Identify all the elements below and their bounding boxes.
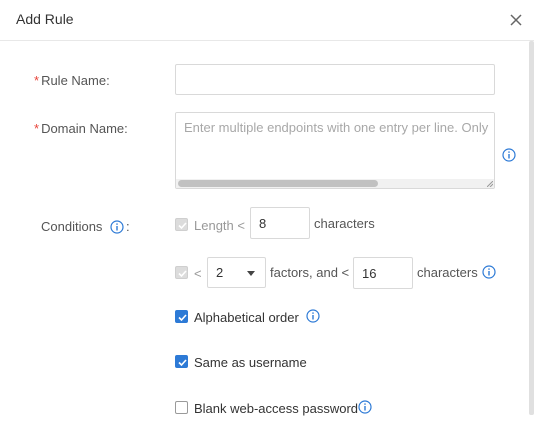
alphabetical-order-checkbox[interactable] — [175, 310, 188, 323]
factors-middle: factors, and < — [270, 265, 350, 280]
info-icon[interactable] — [502, 148, 516, 162]
factors-select[interactable]: 2 — [207, 257, 266, 288]
scrollbar-thumb[interactable] — [178, 180, 378, 187]
factors-select-value: 2 — [216, 265, 224, 280]
domain-name-textarea[interactable] — [176, 113, 494, 179]
required-mark: * — [34, 121, 40, 136]
check-icon — [178, 314, 187, 322]
domain-name-field — [175, 112, 495, 189]
factors-prefix: < — [194, 266, 202, 281]
same-as-username-checkbox[interactable] — [175, 355, 188, 368]
rule-name-label: * Rule Name: — [34, 73, 110, 88]
length-input[interactable] — [250, 207, 310, 239]
info-icon[interactable] — [358, 400, 372, 414]
check-icon — [178, 270, 187, 278]
factors-checkbox[interactable] — [175, 266, 188, 279]
check-icon — [178, 359, 187, 367]
horizontal-scrollbar[interactable] — [176, 179, 494, 188]
domain-name-label: * Domain Name: — [34, 121, 128, 136]
conditions-label: Conditions — [41, 219, 103, 234]
resize-grip-icon[interactable] — [487, 181, 493, 187]
scrollbar-thumb[interactable] — [529, 41, 534, 415]
info-icon[interactable] — [482, 265, 496, 279]
factors-length-input[interactable] — [353, 257, 413, 289]
rule-name-input[interactable] — [175, 64, 495, 95]
length-prefix: Length < — [194, 218, 245, 233]
chevron-down-icon — [247, 271, 255, 276]
same-as-username-label: Same as username — [194, 355, 307, 370]
length-checkbox[interactable] — [175, 218, 188, 231]
close-button[interactable] — [505, 9, 527, 31]
dialog-title: Add Rule — [16, 11, 74, 27]
alphabetical-order-label: Alphabetical order — [194, 310, 299, 325]
blank-password-checkbox[interactable] — [175, 401, 188, 414]
blank-password-label: Blank web-access password — [194, 401, 359, 416]
check-icon — [178, 222, 187, 230]
dialog-header: Add Rule — [0, 0, 534, 41]
length-suffix: characters — [314, 216, 375, 231]
factors-suffix: characters — [417, 265, 478, 280]
conditions-colon: : — [126, 219, 130, 234]
vertical-scrollbar[interactable] — [529, 41, 534, 436]
info-icon[interactable] — [306, 309, 320, 323]
info-icon[interactable] — [110, 220, 124, 234]
close-icon — [510, 14, 522, 26]
required-mark: * — [34, 73, 40, 88]
